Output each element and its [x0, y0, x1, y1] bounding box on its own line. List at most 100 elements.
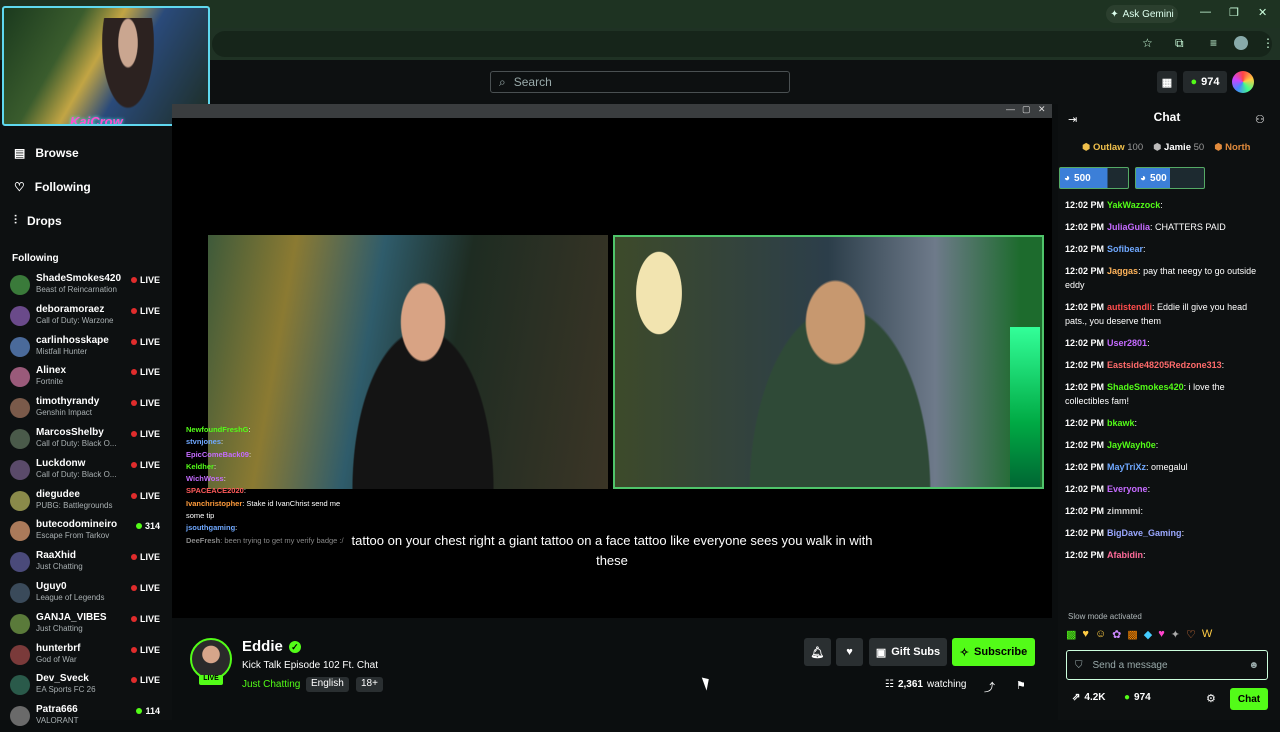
chat-username[interactable]: MayTriXz [1107, 462, 1146, 472]
extensions-icon[interactable]: ⧉ [1175, 36, 1184, 51]
ask-gemini-button[interactable]: ✦ Ask Gemini [1106, 5, 1178, 23]
user-avatar[interactable] [1232, 71, 1254, 93]
sidebar-channel[interactable]: timothyrandy Genshin Impact LIVE [10, 394, 160, 424]
chat-username[interactable]: JayWayh0e [1107, 440, 1156, 450]
streamer-avatar[interactable] [190, 638, 232, 680]
sidebar-channel[interactable]: Luckdonw Call of Duty: Black O... LIVE [10, 456, 160, 486]
sidebar-channel[interactable]: Alinex Fortnite LIVE [10, 363, 160, 393]
player-close-icon[interactable]: ✕ [1038, 104, 1046, 115]
video-caption: tattoo on your chest right a giant tatto… [351, 533, 873, 568]
crown-icon: ⬢ [1082, 142, 1091, 153]
emote-icon[interactable]: W [1202, 628, 1212, 644]
emote-icon[interactable]: ✦ [1171, 628, 1180, 644]
streamer-name[interactable]: Eddie ✓ [242, 638, 301, 655]
live-dot-icon [130, 646, 137, 653]
notification-bell-button[interactable]: 🔔︎ [804, 638, 831, 666]
chat-username[interactable]: ShadeSmokes420 [1107, 382, 1184, 392]
subscribe-button[interactable]: ✧ Subscribe [952, 638, 1035, 666]
player-restore-icon[interactable]: ▢ [1022, 104, 1031, 115]
chat-input[interactable]: ⛉ Send a message ☻ [1066, 650, 1268, 680]
chat-username[interactable]: Eastside48205Redzone313 [1107, 360, 1222, 370]
channel-name: timothyrandy [36, 396, 100, 408]
emote-icon[interactable]: ▩ [1127, 628, 1137, 644]
overlay-chat-line: DeeFresh: been trying to get my verify b… [186, 535, 346, 547]
restore-icon[interactable]: ❐ [1229, 6, 1239, 19]
channel-avatar [10, 336, 30, 357]
share-icon[interactable]: ⤴ [984, 679, 995, 695]
chat-text: : [1143, 550, 1146, 560]
close-window-icon[interactable]: ✕ [1258, 6, 1267, 19]
tag-language[interactable]: English [306, 677, 349, 692]
channel-avatar [10, 459, 30, 480]
chat-username[interactable]: JuliaGulia [1107, 222, 1150, 232]
sidebar-channel[interactable]: Patra666 VALORANT 114 [10, 702, 160, 732]
goal-bar-2[interactable]: ◕ 500 [1135, 167, 1205, 189]
emote-icon[interactable]: ▩ [1066, 628, 1076, 644]
send-chat-button[interactable]: Chat [1230, 688, 1268, 710]
sidebar-channel[interactable]: GANJA_VIBES Just Chatting LIVE [10, 610, 160, 640]
chat-message: 12:02 PM BigDave_Gaming: [1065, 526, 1265, 540]
player-minimize-icon[interactable]: — [1006, 104, 1015, 114]
settings-icon[interactable]: ⚙ [1206, 692, 1216, 705]
sidebar-channel[interactable]: deboramoraez Call of Duty: Warzone LIVE [10, 302, 160, 332]
channel-avatar [10, 706, 30, 727]
channel-game: Fortnite [36, 377, 64, 387]
points-button[interactable]: ● 974 [1183, 71, 1227, 93]
stream-category[interactable]: Just Chatting [242, 679, 300, 690]
nav-browse[interactable]: ▤ Browse [14, 146, 79, 160]
chat-username[interactable]: autistendli [1107, 302, 1152, 312]
emote-icon[interactable]: ◆ [1144, 628, 1152, 644]
chat-username[interactable]: Jaggas [1107, 266, 1138, 276]
browser-menu-icon[interactable]: ⋮ [1262, 36, 1274, 50]
search-input[interactable]: ⌕ Search [490, 71, 790, 93]
emote-icon[interactable]: ♡ [1186, 628, 1196, 644]
leader-3[interactable]: ⬢ North [1214, 142, 1250, 153]
chat-username[interactable]: Everyone [1107, 484, 1148, 494]
chat-username[interactable]: User2801 [1107, 338, 1147, 348]
emoji-icon[interactable]: ☻ [1248, 660, 1259, 671]
goal-bar-1[interactable]: ◕ 500 [1059, 167, 1129, 189]
channel-game: Just Chatting [36, 562, 83, 572]
gift-subs-button[interactable]: ▣ Gift Subs [869, 638, 947, 666]
sidebar-channel[interactable]: carlinhosskape Mistfall Hunter LIVE [10, 333, 160, 363]
emote-icon[interactable]: ♥ [1158, 628, 1165, 644]
chat-points[interactable]: ● 974 [1124, 692, 1151, 703]
chat-username[interactable]: BigDave_Gaming [1107, 528, 1182, 538]
chat-users-icon[interactable]: ⚇ [1255, 113, 1265, 126]
nav-drops[interactable]: ⫶ Drops [14, 213, 62, 228]
sidebar-channel[interactable]: RaaXhid Just Chatting LIVE [10, 548, 160, 578]
sidebar-channel[interactable]: Uguy0 League of Legends LIVE [10, 579, 160, 609]
chat-username[interactable]: Afabidin [1107, 550, 1143, 560]
chat-username[interactable]: zimmmi [1107, 506, 1141, 516]
sidebar-channel[interactable]: Dev_Sveck EA Sports FC 26 LIVE [10, 671, 160, 701]
live-dot-icon [130, 677, 137, 684]
chat-username[interactable]: bkawk [1107, 418, 1135, 428]
channel-status: LIVE [130, 398, 160, 408]
channel-name: hunterbrf [36, 642, 81, 654]
emote-icon[interactable]: ✿ [1112, 628, 1121, 644]
report-icon[interactable]: ⚑ [1016, 679, 1026, 692]
overlay-chat-text: : [221, 437, 224, 447]
bookmark-star-icon[interactable]: ☆ [1142, 36, 1153, 50]
chat-timestamp: 12:02 PM [1065, 528, 1105, 538]
nav-following[interactable]: ♡ Following [14, 180, 91, 194]
follow-button[interactable]: ♥ [836, 638, 863, 666]
address-bar[interactable] [212, 31, 1272, 57]
sidebar-channel[interactable]: hunterbrf God of War LIVE [10, 641, 160, 671]
sidebar-channel[interactable]: ShadeSmokes420 Beast of Reincarnation LI… [10, 271, 160, 301]
sidebar-channel[interactable]: diegudee PUBG: Battlegrounds LIVE [10, 487, 160, 517]
emote-icon[interactable]: ☺ [1095, 628, 1106, 644]
profile-icon[interactable] [1234, 36, 1248, 50]
emote-icon[interactable]: ♥ [1082, 628, 1089, 644]
sidebar-channel[interactable]: MarcosShelby Call of Duty: Black O... LI… [10, 425, 160, 455]
minimize-icon[interactable]: — [1200, 6, 1211, 18]
dashboard-icon[interactable]: ▦ [1157, 71, 1177, 93]
leader-2[interactable]: ⬢ Jamie 50 [1153, 142, 1204, 153]
overlay-chat-user: DeeFresh [186, 535, 221, 545]
leader-1[interactable]: ⬢ Outlaw 100 [1082, 142, 1143, 153]
media-icon[interactable]: ≡ [1210, 36, 1217, 50]
sidebar-channel[interactable]: butecodomineiro Escape From Tarkov 314 [10, 517, 160, 547]
chat-username[interactable]: Sofibear [1107, 244, 1143, 254]
chat-username[interactable]: YakWazzock [1107, 200, 1160, 210]
tag-mature[interactable]: 18+ [356, 677, 383, 692]
